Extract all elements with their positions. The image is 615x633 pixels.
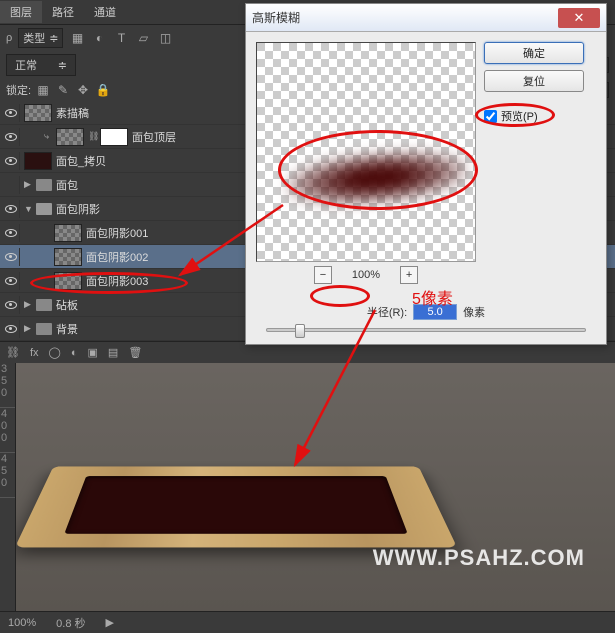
lock-transparency-icon[interactable]: ▦ [35,82,51,98]
blur-shape-graphic [287,145,467,211]
eye-icon [5,253,17,261]
visibility-toggle[interactable] [2,176,20,194]
filter-shape-icon[interactable]: ▱ [135,30,151,46]
tab-paths[interactable]: 路径 [42,1,84,23]
layer-mask-thumb [100,128,128,146]
eye-icon [5,133,17,141]
layer-thumb [24,104,52,122]
layer-thumb [56,128,84,146]
adjustment-icon[interactable]: ◐ [71,347,78,359]
layer-name: 面包阴影 [56,201,100,217]
folder-icon [36,323,52,335]
zoom-display[interactable]: 100% [8,617,36,629]
status-bar: 100% 0.8 秒 ▶ [0,611,615,633]
eye-icon [5,277,17,285]
layer-thumb [24,152,52,170]
folder-arrow-icon[interactable]: ▶ [24,299,34,310]
group-icon[interactable]: ▣ [88,346,98,359]
layer-name: 面包阴影001 [86,225,148,241]
filter-smart-icon[interactable]: ◫ [157,30,173,46]
folder-arrow-icon[interactable]: ▶ [24,323,34,334]
eye-icon [5,157,17,165]
link-icon: ⛓ [88,131,98,142]
trash-icon[interactable]: 🗑 [128,346,142,359]
dialog-titlebar[interactable]: 高斯模糊 ✕ [246,4,606,32]
canvas-area: 350 400 450 WWW.PSAHZ.COM 100% 0.8 秒 ▶ [0,363,615,633]
cancel-button[interactable]: 复位 [484,70,584,92]
zoom-in-button[interactable]: + [400,266,418,284]
lock-position-icon[interactable]: ✥ [75,82,91,98]
watermark-text: WWW.PSAHZ.COM [373,545,585,571]
folder-icon [36,203,52,215]
visibility-toggle[interactable] [2,296,20,314]
preview-checkbox-row[interactable]: 预览(P) [484,108,584,124]
layer-name: 面包阴影002 [86,249,148,265]
layer-name: 面包阴影003 [86,273,148,289]
canvas[interactable]: WWW.PSAHZ.COM [16,363,615,611]
radius-unit: 像素 [463,304,485,320]
slider-thumb[interactable] [295,324,305,338]
folder-icon [36,299,52,311]
filter-pixel-icon[interactable]: ▦ [69,30,85,46]
layer-thumb [54,248,82,266]
layer-name: 面包顶层 [132,129,176,145]
layer-name: 面包 [56,177,78,193]
eye-icon [5,205,17,213]
filter-type-icon[interactable]: T [113,30,129,46]
visibility-toggle[interactable] [2,320,20,338]
filter-kind-select[interactable]: 类型≑ [18,28,63,48]
fx-icon[interactable]: fx [30,347,39,359]
filter-adjust-icon[interactable]: ◐ [91,30,107,46]
eye-icon [5,301,17,309]
zoom-percent: 100% [352,269,380,281]
lock-label: 锁定: [6,82,31,98]
lock-all-icon[interactable]: 🔒 [95,82,111,98]
timing-display: 0.8 秒 [56,615,85,631]
visibility-toggle[interactable] [2,272,20,290]
visibility-toggle[interactable] [2,104,20,122]
visibility-toggle[interactable] [2,128,20,146]
mask-icon[interactable]: ◯ [49,346,61,359]
new-layer-icon[interactable]: ▤ [108,346,118,359]
board-inset [64,476,407,534]
eye-icon [5,109,17,117]
vertical-ruler: 350 400 450 [0,363,16,633]
tab-layers[interactable]: 图层 [0,1,42,23]
visibility-toggle[interactable] [2,200,20,218]
layer-name: 背景 [56,321,78,337]
close-button[interactable]: ✕ [558,8,600,28]
visibility-toggle[interactable] [2,224,20,242]
annotation-text: 5像素 [412,285,453,309]
preview-checkbox[interactable] [484,110,497,123]
radius-label: 半径(R): [367,304,407,320]
tab-channels[interactable]: 通道 [84,1,126,23]
visibility-toggle[interactable] [2,248,20,266]
cutting-board-graphic [16,466,457,547]
layer-name: 砧板 [56,297,78,313]
clip-icon: ⤷ [44,131,54,142]
lock-paint-icon[interactable]: ✎ [55,82,71,98]
layer-thumb [54,272,82,290]
blend-mode-select[interactable]: 正常≑ [6,54,76,76]
layer-name: 面包_拷贝 [56,153,106,169]
folder-arrow-icon[interactable]: ▶ [24,179,34,190]
layer-thumb [54,224,82,242]
visibility-toggle[interactable] [2,152,20,170]
eye-icon [5,229,17,237]
zoom-out-button[interactable]: − [314,266,332,284]
layer-name: 素描稿 [56,105,89,121]
ok-button[interactable]: 确定 [484,42,584,64]
eye-icon [5,325,17,333]
link-layers-icon[interactable]: ⛓ [6,346,20,359]
folder-icon [36,179,52,191]
blur-preview[interactable] [256,42,476,262]
dialog-title: 高斯模糊 [252,9,300,26]
preview-label: 预览(P) [501,108,538,124]
radius-slider[interactable] [266,328,586,332]
folder-arrow-icon[interactable]: ▼ [24,204,34,214]
